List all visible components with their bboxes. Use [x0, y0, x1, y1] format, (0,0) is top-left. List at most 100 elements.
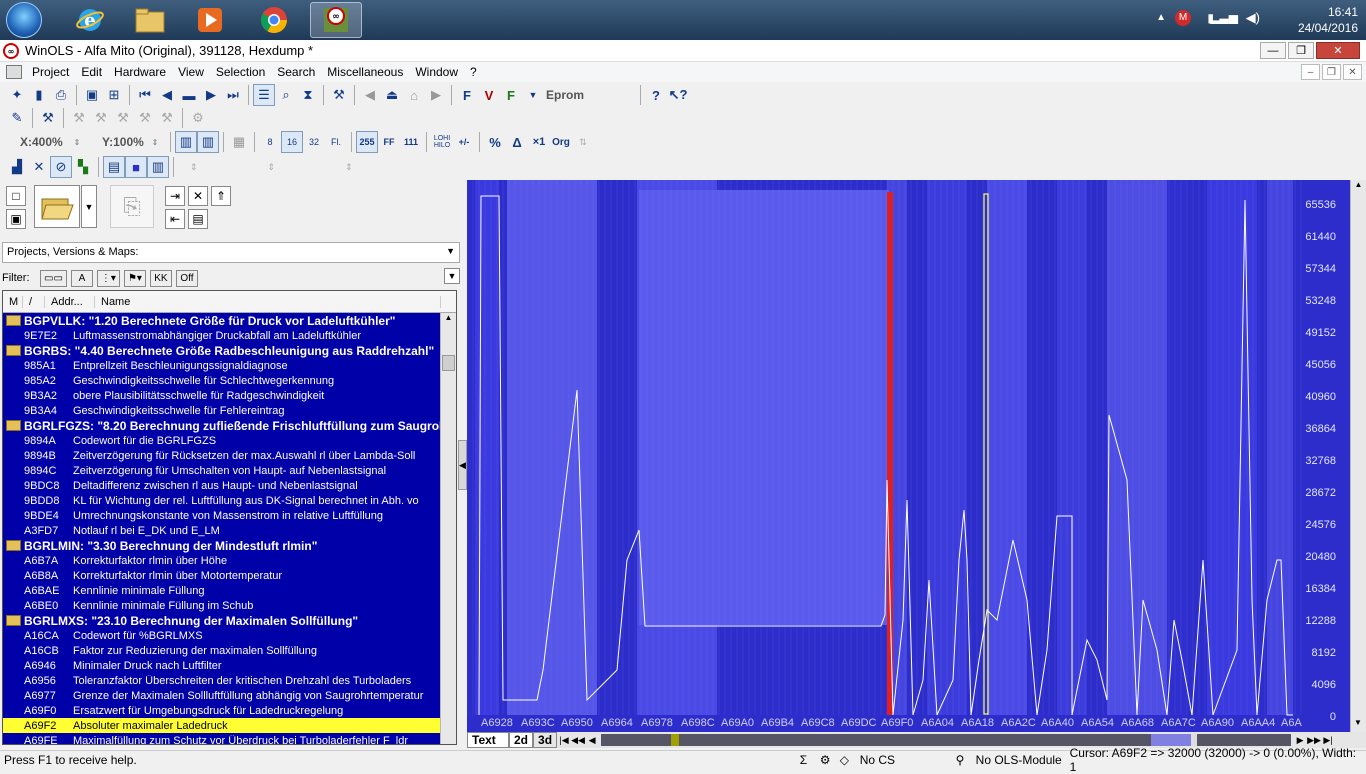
y-zoom-spinner-icon[interactable]: ⇕ [144, 131, 166, 153]
menu-selection[interactable]: Selection [210, 62, 271, 82]
map-row[interactable]: 9E7E2 Luftmassenstromabhängiger Druckabfa… [3, 328, 456, 343]
import-icon[interactable]: ⇥ [165, 186, 185, 206]
page-icon[interactable]: ▬ [178, 84, 200, 106]
context-help-icon[interactable]: ↖? [667, 84, 689, 106]
menu-help[interactable]: ? [464, 62, 483, 82]
hardware-icon[interactable]: ▮ [28, 84, 50, 106]
prev-icon[interactable]: ◀ [156, 84, 178, 106]
tab-3d[interactable]: 3d [533, 732, 558, 748]
hexview-horizontal-scrollbar[interactable] [601, 734, 1292, 746]
map-folder-row[interactable]: BGPVLLK: "1.20 Berechnete Größe für Druc… [3, 313, 456, 328]
wizard-icon[interactable]: ✦ [6, 84, 28, 106]
spinner-1-icon[interactable]: ⇕ [190, 162, 198, 173]
hourglass-icon[interactable]: ⧗ [297, 84, 319, 106]
bits-16-button[interactable]: 16 [281, 131, 303, 153]
save-project-icon[interactable]: ▣ [6, 209, 26, 229]
document-menu-icon[interactable] [6, 65, 22, 79]
scroll-thumb[interactable] [442, 355, 455, 371]
hex-ff-button[interactable]: FF [378, 131, 400, 153]
taskbar-clock[interactable]: 16:41 24/04/2016 [1278, 4, 1358, 36]
tab-2d[interactable]: 2d [509, 732, 534, 748]
pen-icon[interactable]: ✎ [6, 107, 28, 129]
form-f-icon[interactable]: F [456, 84, 478, 106]
winols-taskbar-icon[interactable]: ∞ [310, 2, 362, 38]
map-row[interactable]: 9BDC8 Deltadifferenz zwischen rl aus Haup… [3, 478, 456, 493]
menu-project[interactable]: Project [26, 62, 75, 82]
next-icon[interactable]: ▶ [200, 84, 222, 106]
scroll-down-icon[interactable]: ▼ [1351, 718, 1365, 732]
original-button[interactable]: Org [550, 131, 572, 153]
factor-button[interactable]: ×1 [528, 131, 550, 153]
bits-32-button[interactable]: 32 [303, 131, 325, 153]
connect-icon[interactable]: ✕ [188, 186, 208, 206]
hammer-icon[interactable]: ⚒ [37, 107, 59, 129]
lohi-button[interactable]: LOHI HILO [431, 131, 453, 153]
map-row[interactable]: A6956 Toleranzfaktor Überschreiten der kr… [3, 673, 456, 688]
spinner-2-icon[interactable]: ⇕ [268, 162, 276, 173]
export-icon[interactable]: ⇤ [165, 209, 185, 229]
status-ols-module[interactable]: No OLS-Module [976, 753, 1070, 767]
percent-button[interactable]: % [484, 131, 506, 153]
first-icon[interactable]: ⏮ [134, 84, 156, 106]
nav-first-icon[interactable]: |◀ [557, 733, 571, 747]
filter-hex-button[interactable]: ▭▭ [40, 269, 67, 287]
menu-view[interactable]: View [172, 62, 210, 82]
panel-collapse-icon[interactable]: ▼ [444, 268, 460, 284]
hexview-vertical-scrollbar[interactable]: ▲ ▼ [1350, 180, 1366, 732]
map-folder-row[interactable]: BGRLMIN: "3.30 Berechnung der Mindestluf… [3, 538, 456, 553]
filter-list-button[interactable]: ⋮▾ [96, 269, 120, 287]
mdi-restore-button[interactable]: ❐ [1322, 64, 1341, 80]
chrome-taskbar-icon[interactable] [248, 2, 300, 38]
open-project-button[interactable] [34, 185, 80, 228]
view-hex-icon[interactable]: ▥ [175, 131, 197, 153]
nav-prev-icon[interactable]: ◀◀ [571, 733, 585, 747]
color-icon[interactable]: ▚ [72, 156, 94, 178]
map-row[interactable]: 9B3A2 obere Plausibilitätsschwelle für Ra… [3, 388, 456, 403]
project-tool-button[interactable]: ⎘ [110, 185, 154, 228]
filter-tag-button[interactable]: ⚑▾ [123, 269, 146, 287]
h-scroll-thumb[interactable] [1191, 734, 1198, 746]
internet-explorer-taskbar-icon[interactable]: e [64, 2, 116, 38]
media-player-taskbar-icon[interactable] [184, 2, 236, 38]
menu-window[interactable]: Window [409, 62, 464, 82]
eject-icon[interactable]: ⏏ [381, 84, 403, 106]
map-folder-row[interactable]: BGRBS: "4.40 Berechnete Größe Radbeschle… [3, 343, 456, 358]
map-row[interactable]: A6BE0 Kennlinie minimale Füllung im Schub [3, 598, 456, 613]
tab-text[interactable]: Text [467, 732, 509, 748]
map-row[interactable]: 985A1 Entprellzeit Beschleunigungssignald… [3, 358, 456, 373]
layout-3-icon[interactable]: ▥ [147, 156, 169, 178]
grid-icon[interactable]: ▦ [228, 131, 250, 153]
window-icon[interactable]: ▣ [81, 84, 103, 106]
map-folder-row[interactable]: BGRLFGZS: "8.20 Berechnung zufließende F… [3, 418, 456, 433]
show-hidden-icons-icon[interactable]: ▲ [1156, 12, 1166, 23]
eprom-label[interactable]: Eprom [546, 88, 636, 102]
winols-app-icon[interactable]: ∞ [3, 42, 19, 59]
hexdump-view[interactable]: 65536 61440 57344 53248 49152 45056 40960 36864… [467, 180, 1350, 732]
layout-2-icon[interactable]: ■ [125, 156, 147, 178]
file-explorer-taskbar-icon[interactable] [124, 2, 176, 38]
close-button[interactable]: ✕ [1316, 42, 1360, 59]
nav-back-icon[interactable]: ◀ [585, 733, 599, 747]
upload-icon[interactable]: ⇑ [211, 186, 231, 206]
minimize-button[interactable]: — [1260, 42, 1286, 59]
map-row[interactable]: 985A2 Geschwindigkeitsschwelle für Schlec… [3, 373, 456, 388]
chart-icon[interactable]: ▟ [6, 156, 28, 178]
find-icon[interactable]: ⌕ [275, 84, 297, 106]
map-row[interactable]: A16CB Faktor zur Reduzierung der maximale… [3, 643, 456, 658]
x-zoom-spinner-icon[interactable]: ⇕ [66, 131, 88, 153]
view-text-icon[interactable]: ▥ [197, 131, 219, 153]
spinner-3-icon[interactable]: ⇕ [345, 162, 353, 173]
maximize-button[interactable]: ❐ [1288, 42, 1314, 59]
compare-icon[interactable]: ⊞ [103, 84, 125, 106]
list-view-icon[interactable]: ☰ [253, 84, 275, 106]
map-row[interactable]: A6B8A Korrekturfaktor rlmin über Motortem… [3, 568, 456, 583]
x-zoom-label[interactable]: X:400% [20, 135, 66, 149]
form-v-icon[interactable]: V [478, 84, 500, 106]
bits-8-button[interactable]: 8 [259, 131, 281, 153]
map-row[interactable]: 9BDE4 Umrechnungskonstante von Massenstro… [3, 508, 456, 523]
open-project-dropdown-icon[interactable]: ▼ [81, 185, 97, 228]
mdi-close-button[interactable]: ✕ [1343, 64, 1362, 80]
eprom-dropdown-icon[interactable]: ▼ [522, 84, 544, 106]
scroll-up-icon[interactable]: ▲ [1351, 180, 1366, 194]
select-icon[interactable]: ⊘ [50, 156, 72, 178]
